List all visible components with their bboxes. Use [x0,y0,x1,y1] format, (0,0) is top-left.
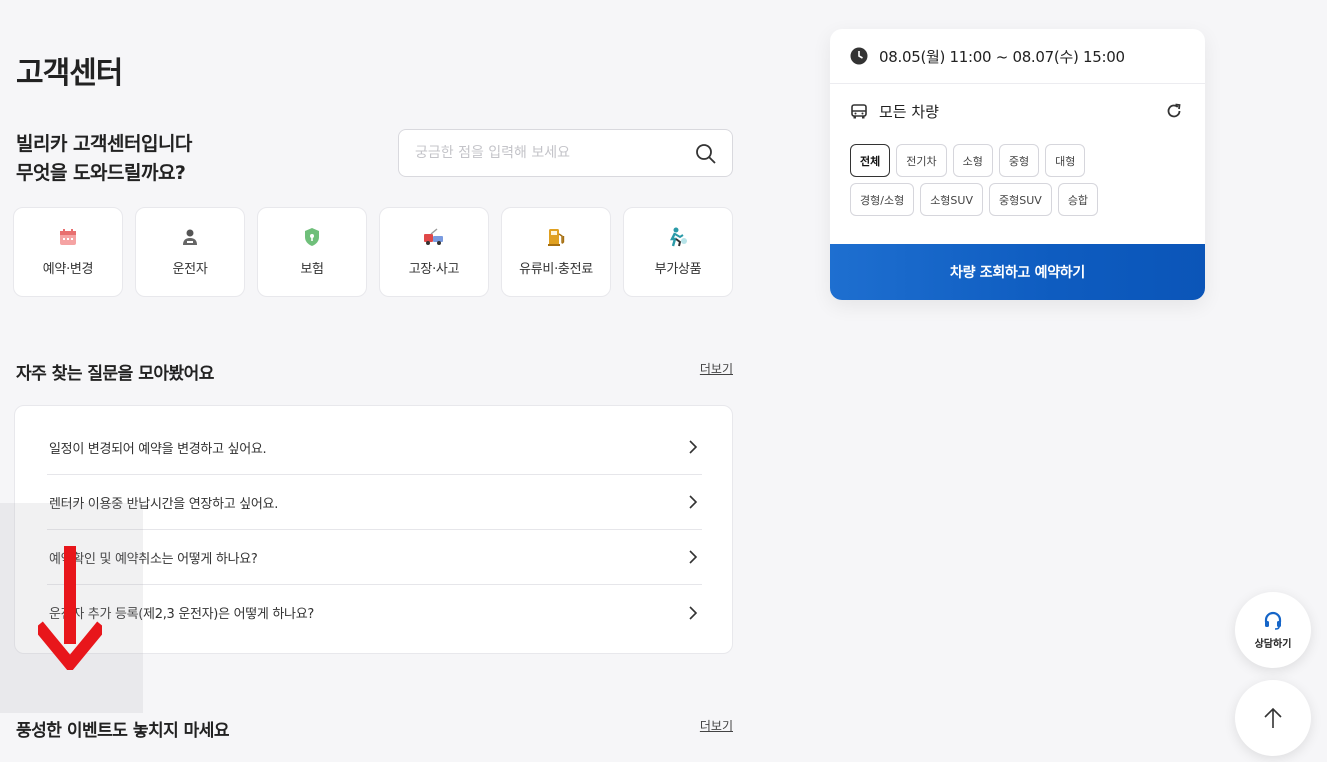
category-label: 고장·사고 [408,262,460,277]
intro-text: 빌리카 고객센터입니다 무엇을 도와드릴까요? [16,130,192,188]
faq-item[interactable]: 일정이 변경되어 예약을 변경하고 싶어요. [47,420,702,475]
scroll-top-button[interactable] [1235,680,1311,756]
category-label: 보험 [300,262,324,277]
chevron-right-icon [689,495,698,509]
chip-van[interactable]: 승합 [1057,183,1099,216]
events-title: 풍성한 이벤트도 놓치지 마세요 [16,721,230,741]
consult-button[interactable]: 상담하기 [1235,592,1311,668]
search-icon[interactable] [694,142,718,166]
chevron-right-icon [689,440,698,454]
shield-icon [301,226,323,248]
car-icon [851,104,867,119]
scroll-down-arrow-icon [38,546,102,670]
headset-icon [1264,611,1282,630]
chevron-right-icon [689,605,698,620]
faq-item[interactable]: 예약확인 및 예약취소는 어떻게 하나요? [47,530,702,585]
category-label: 운전자 [172,262,208,277]
intro-line-1: 빌리카 고객센터입니다 [16,133,192,155]
category-grid: 예약·변경 운전자 보험 고장·사고 유류비·충전료 부가상품 [13,207,733,297]
chevron-right-icon [689,550,698,564]
calendar-icon [57,226,79,248]
category-label: 부가상품 [654,262,702,277]
faq-more-link[interactable]: 더보기 [700,360,733,377]
category-driver[interactable]: 운전자 [135,207,245,297]
faq-question: 일정이 변경되어 예약을 변경하고 싶어요. [49,441,267,457]
car-type-row: 모든 차량 [830,84,1205,138]
category-reservation[interactable]: 예약·변경 [13,207,123,297]
faq-item[interactable]: 렌터카 이용중 반납시간을 연장하고 싶어요. [47,475,702,530]
refresh-icon[interactable] [1165,102,1183,120]
chip-compact[interactable]: 경형/소형 [850,183,915,216]
search-reserve-button[interactable]: 차량 조회하고 예약하기 [830,244,1205,300]
tow-truck-icon [423,226,445,248]
fuel-pump-icon [545,226,567,248]
date-range-selector[interactable]: 08.05(월) 11:00 ~ 08.07(수) 15:00 [830,29,1205,84]
category-label: 유류비·충전료 [519,262,593,277]
chip-small[interactable]: 소형 [952,144,993,177]
intro-line-2: 무엇을 도와드릴까요? [16,162,186,184]
search-box [398,129,733,177]
category-accident[interactable]: 고장·사고 [379,207,489,297]
chip-large[interactable]: 대형 [1045,144,1086,177]
consult-label: 상담하기 [1254,638,1292,650]
clock-icon [850,47,868,65]
chip-small-suv[interactable]: 소형SUV [920,183,983,216]
search-input[interactable] [415,142,685,164]
category-fuel[interactable]: 유류비·충전료 [501,207,611,297]
chip-midsize[interactable]: 중형 [998,144,1040,177]
category-insurance[interactable]: 보험 [257,207,367,297]
faq-title: 자주 찾는 질문을 모아봤어요 [16,364,214,384]
category-extra[interactable]: 부가상품 [623,207,733,297]
car-filter-chips: 전체 전기차 소형 중형 대형 경형/소형 소형SUV 중형SUV 승합 [830,138,1160,216]
category-label: 예약·변경 [42,262,94,277]
booking-panel: 08.05(월) 11:00 ~ 08.07(수) 15:00 모든 차량 전체… [830,29,1205,300]
driver-icon [179,226,201,248]
chip-mid-suv[interactable]: 중형SUV [989,183,1052,216]
extra-product-icon [667,226,689,248]
events-more-link[interactable]: 더보기 [700,717,733,734]
chip-all[interactable]: 전체 [850,144,891,177]
page-title: 고객센터 [16,56,123,91]
car-type-label: 모든 차량 [879,102,939,121]
chip-ev[interactable]: 전기차 [896,144,947,177]
date-range-text: 08.05(월) 11:00 ~ 08.07(수) 15:00 [879,47,1125,66]
faq-item[interactable]: 운전자 추가 등록(제2,3 운전자)은 어떻게 하나요? [47,585,702,640]
arrow-up-icon [1264,707,1282,728]
